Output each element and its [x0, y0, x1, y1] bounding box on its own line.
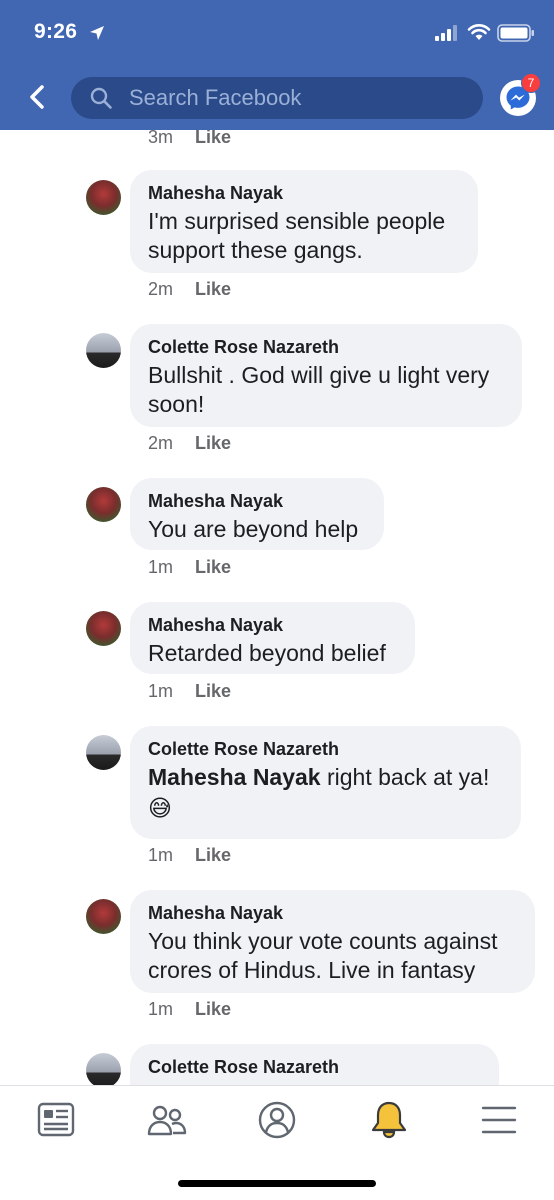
like-button[interactable]: Like — [195, 681, 231, 701]
comment-time: 1m — [148, 557, 174, 577]
comment-time: 1m — [148, 845, 174, 865]
avatar[interactable] — [86, 1053, 121, 1085]
comment-meta: 1m Like — [148, 998, 231, 1020]
comments-list[interactable]: 3m Like Mahesha Nayak I'm surprised sensi… — [0, 0, 554, 1085]
comment-time: 2m — [148, 433, 174, 453]
like-button[interactable]: Like — [195, 279, 231, 299]
like-button[interactable]: Like — [195, 845, 231, 865]
comment-text-rest: right back at ya! — [320, 764, 490, 790]
comment-author[interactable]: Colette Rose Nazareth — [148, 336, 504, 358]
battery-icon — [497, 24, 534, 42]
comment-author[interactable]: Mahesha Nayak — [148, 614, 397, 636]
top-header: 9:26 Search Facebook 7 — [0, 0, 554, 130]
comment-time: 1m — [148, 999, 174, 1019]
comment-text: You are beyond help — [148, 516, 359, 542]
comment-text: Retarded beyond belief — [148, 640, 386, 666]
friends-icon — [147, 1105, 187, 1136]
signal-icon — [435, 25, 457, 41]
comment-author[interactable]: Colette Rose Nazareth — [148, 1056, 481, 1078]
comment-meta: 2m Like — [148, 278, 231, 300]
like-button[interactable]: Like — [195, 999, 231, 1019]
like-button[interactable]: Like — [195, 127, 231, 147]
messenger-badge: 7 — [521, 73, 541, 93]
like-button[interactable]: Like — [195, 557, 231, 577]
tab-menu[interactable] — [477, 1098, 521, 1142]
profile-icon — [258, 1101, 296, 1139]
comment-text: You think your vote counts against crore… — [148, 928, 498, 983]
comment-bubble[interactable]: Mahesha Nayak Retarded beyond belief — [130, 602, 415, 674]
comment-author[interactable]: Mahesha Nayak — [148, 902, 517, 924]
comment-bubble[interactable]: Mahesha Nayak You are beyond help — [130, 478, 384, 550]
tab-notifications[interactable] — [367, 1098, 411, 1142]
tab-profile[interactable] — [255, 1098, 299, 1142]
like-button[interactable]: Like — [195, 433, 231, 453]
comment-text: I'm surprised sensible people support th… — [148, 208, 446, 263]
comment-author[interactable]: Mahesha Nayak — [148, 490, 366, 512]
back-button[interactable] — [20, 80, 54, 114]
menu-icon — [481, 1106, 517, 1134]
news-feed-icon — [37, 1102, 75, 1137]
status-time: 9:26 — [34, 20, 78, 43]
comment-author[interactable]: Colette Rose Nazareth — [148, 738, 503, 760]
tab-news-feed[interactable] — [34, 1098, 78, 1142]
comment-time: 3m — [148, 127, 174, 147]
comment-meta: 2m Like — [148, 432, 231, 454]
comment-author[interactable]: Mahesha Nayak — [148, 182, 460, 204]
avatar[interactable] — [86, 735, 121, 770]
home-indicator[interactable] — [178, 1180, 376, 1187]
comment-bubble[interactable]: Mahesha Nayak You think your vote counts… — [130, 890, 535, 993]
avatar[interactable] — [86, 333, 121, 368]
avatar[interactable] — [86, 611, 121, 646]
comment-bubble[interactable]: Colette Rose Nazareth Mahesha Nayak righ… — [130, 726, 521, 839]
avatar[interactable] — [86, 180, 121, 215]
comment-bubble[interactable]: Colette Rose Nazareth — [130, 1044, 499, 1085]
tab-friends[interactable] — [145, 1098, 189, 1142]
emoji: 😅 — [148, 795, 172, 821]
comment-meta: 1m Like — [148, 680, 231, 702]
comment-time: 1m — [148, 681, 174, 701]
avatar[interactable] — [86, 899, 121, 934]
facebook-comments-screen: 3m Like Mahesha Nayak I'm surprised sensi… — [0, 0, 554, 1200]
search-bar[interactable] — [71, 77, 483, 119]
comment-text: Bullshit . God will give u light very so… — [148, 362, 490, 417]
avatar[interactable] — [86, 487, 121, 522]
comment-meta: 1m Like — [148, 844, 231, 866]
location-arrow-icon — [90, 26, 104, 40]
mention-link[interactable]: Mahesha Nayak — [148, 764, 321, 790]
back-chevron-icon — [30, 85, 44, 109]
comment-meta: 1m Like — [148, 556, 231, 578]
wifi-icon — [467, 24, 491, 40]
comment-bubble[interactable]: Colette Rose Nazareth Bullshit . God wil… — [130, 324, 522, 427]
comment-time: 2m — [148, 279, 174, 299]
search-icon — [90, 87, 112, 109]
comment-text: Mahesha Nayak right back at ya! — [148, 763, 503, 792]
comment-bubble[interactable]: Mahesha Nayak I'm surprised sensible peo… — [130, 170, 478, 273]
notifications-bell-icon — [371, 1101, 407, 1139]
search-input[interactable] — [129, 77, 469, 119]
